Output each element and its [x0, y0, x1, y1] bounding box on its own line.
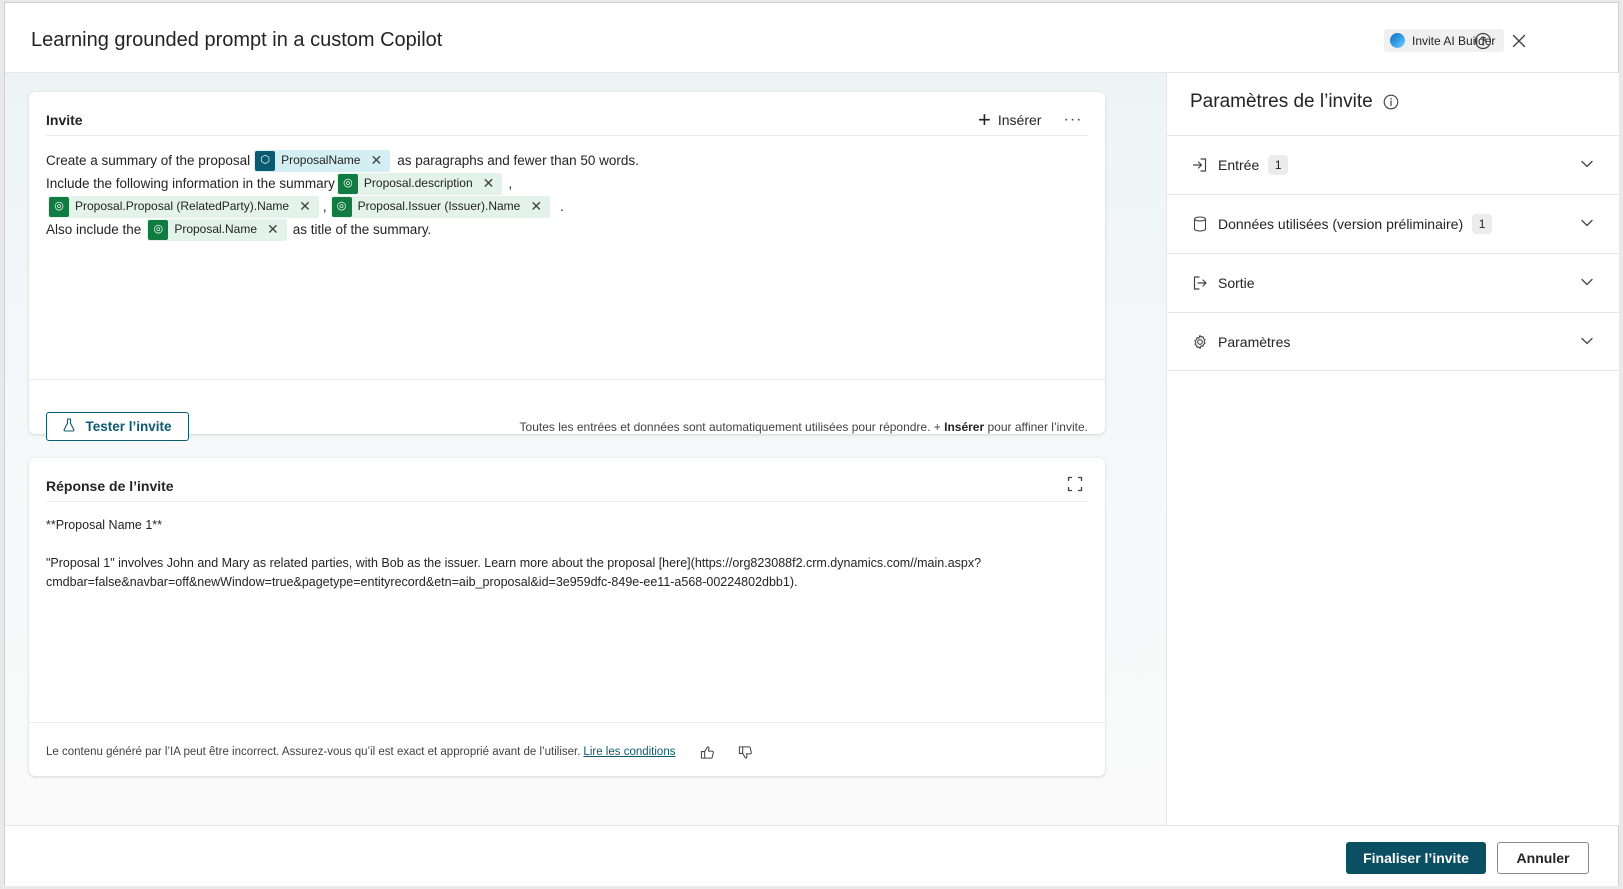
remove-chip-icon[interactable]: ✕ [483, 172, 495, 195]
gear-icon [1191, 333, 1209, 351]
chip-label: Proposal.Name [174, 222, 258, 236]
divider [46, 501, 1088, 502]
section-label: Entrée [1218, 157, 1260, 173]
section-label: Données utilisées (version préliminaire) [1218, 216, 1464, 232]
section-settings[interactable]: Paramètres [1167, 312, 1619, 371]
data-chip-proposal-description[interactable]: ◎ Proposal.description ✕ [336, 172, 503, 195]
hint-text: Toutes les entrées et données sont autom… [519, 420, 945, 434]
section-input[interactable]: Entrée 1 [1167, 135, 1619, 194]
prompt-settings-pane: Paramètres de l’invite Entrée 1 Données … [1166, 73, 1619, 825]
ai-builder-icon [1390, 33, 1405, 48]
settings-pane-title: Paramètres de l’invite [1190, 91, 1399, 113]
prompt-line-2: Include the following information in the… [46, 172, 1088, 195]
remove-chip-icon[interactable]: ✕ [530, 195, 542, 218]
close-icon[interactable] [1508, 30, 1530, 52]
dialog-header: Learning grounded prompt in a custom Cop… [5, 3, 1618, 73]
chip-label: Proposal.Proposal (RelatedParty).Name [75, 199, 290, 213]
prompt-text: Create a summary of the proposal [46, 153, 251, 168]
expand-icon[interactable] [1061, 470, 1089, 498]
prompt-text-editor[interactable]: Create a summary of the proposal ⬡ Propo… [46, 149, 1088, 241]
prompt-text: as title of the summary. [292, 222, 432, 237]
hint-text: pour affiner l’invite. [984, 420, 1088, 434]
help-icon[interactable] [1472, 30, 1494, 52]
chip-label: ProposalName [281, 153, 361, 167]
divider [46, 135, 1088, 136]
prompt-line-1: Create a summary of the proposal ⬡ Propo… [46, 149, 1088, 172]
thumbs-up-icon[interactable] [697, 742, 717, 762]
remove-chip-icon[interactable]: ✕ [370, 149, 382, 172]
dataverse-icon: ◎ [49, 196, 69, 217]
insert-hint: Toutes les entrées et données sont autom… [520, 420, 1088, 434]
prompt-line-3: ◎ Proposal.Proposal (RelatedParty).Name … [46, 195, 1088, 218]
response-line: "Proposal 1" involves John and Mary as r… [46, 556, 982, 570]
test-prompt-button[interactable]: Tester l’invite [46, 412, 189, 441]
section-label: Paramètres [1218, 333, 1291, 350]
section-count: 1 [1268, 155, 1289, 175]
info-icon[interactable] [1383, 94, 1399, 110]
sign-out-icon [1191, 274, 1209, 292]
data-chip-issuer-name[interactable]: ◎ Proposal.Issuer (Issuer).Name ✕ [330, 195, 551, 218]
more-options-button[interactable]: ··· [1059, 106, 1087, 134]
dialog-title: Learning grounded prompt in a custom Cop… [31, 29, 443, 51]
input-icon: ⬡ [255, 150, 276, 171]
prompt-text: Include the following information in the… [46, 176, 335, 191]
dataverse-icon: ◎ [148, 219, 169, 240]
disclaimer-text: Le contenu généré par l’IA peut être inc… [46, 746, 581, 758]
dataverse-icon: ◎ [337, 173, 358, 194]
cancel-button[interactable]: Annuler [1497, 842, 1589, 874]
section-output[interactable]: Sortie [1167, 253, 1619, 312]
response-card-title: Réponse de l’invite [46, 478, 174, 494]
response-line: cmdbar=false&navbar=off&newWindow=true&p… [46, 575, 798, 589]
dataverse-icon: ◎ [331, 196, 352, 217]
settings-title-text: Paramètres de l’invite [1190, 91, 1373, 112]
prompt-text: as paragraphs and fewer than 50 words. [397, 153, 639, 168]
insert-button[interactable]: + Insérer [978, 106, 1041, 134]
response-text: **Proposal Name 1** "Proposal 1" involve… [46, 516, 1005, 592]
dialog-footer: Finaliser l’invite Annuler [5, 825, 1618, 886]
test-prompt-label: Tester l’invite [85, 419, 172, 434]
chevron-down-icon [1579, 215, 1595, 231]
prompt-editor-area: Invite + Insérer ··· Create a summary of… [5, 73, 1166, 825]
divider [29, 379, 1105, 380]
chevron-down-icon [1579, 156, 1595, 172]
hint-bold: Insérer [944, 420, 985, 434]
prompt-line-4: Also include the ◎ Proposal.Name ✕ as ti… [46, 218, 1088, 241]
chevron-down-icon [1579, 333, 1595, 349]
prompt-text: Also include the [46, 222, 142, 237]
divider [29, 722, 1105, 723]
remove-chip-icon[interactable]: ✕ [299, 195, 311, 218]
chevron-down-icon [1579, 274, 1595, 290]
flask-icon [63, 418, 75, 435]
chip-label: Proposal.Issuer (Issuer).Name [357, 199, 521, 213]
chip-label: Proposal.description [363, 176, 473, 190]
input-chip-proposalname[interactable]: ⬡ ProposalName ✕ [254, 149, 391, 172]
response-card: Réponse de l’invite **Proposal Name 1** … [29, 458, 1105, 776]
section-data-used[interactable]: Données utilisées (version préliminaire)… [1167, 194, 1619, 253]
prompt-text: , [508, 176, 513, 191]
insert-label: Insérer [997, 112, 1042, 128]
section-label: Sortie [1218, 275, 1255, 291]
ai-disclaimer: Le contenu généré par l’IA peut être inc… [46, 742, 755, 762]
thumbs-down-icon[interactable] [735, 742, 755, 762]
plus-icon: + [978, 107, 991, 132]
sign-in-icon [1191, 156, 1209, 174]
prompt-text: , [322, 199, 327, 214]
data-chip-proposal-name[interactable]: ◎ Proposal.Name ✕ [147, 218, 287, 241]
prompt-text: . [560, 199, 564, 214]
prompt-card-title: Invite [46, 112, 83, 128]
response-line: **Proposal Name 1** [46, 518, 163, 532]
data-chip-related-party-name[interactable]: ◎ Proposal.Proposal (RelatedParty).Name … [48, 195, 319, 218]
prompt-card: Invite + Insérer ··· Create a summary of… [29, 92, 1105, 441]
database-icon [1191, 215, 1209, 233]
finalize-prompt-button[interactable]: Finaliser l’invite [1346, 842, 1486, 874]
prompt-dialog: Learning grounded prompt in a custom Cop… [4, 2, 1619, 886]
remove-chip-icon[interactable]: ✕ [267, 218, 279, 241]
terms-link[interactable]: Lire les conditions [583, 746, 675, 758]
section-count: 1 [1472, 214, 1493, 234]
